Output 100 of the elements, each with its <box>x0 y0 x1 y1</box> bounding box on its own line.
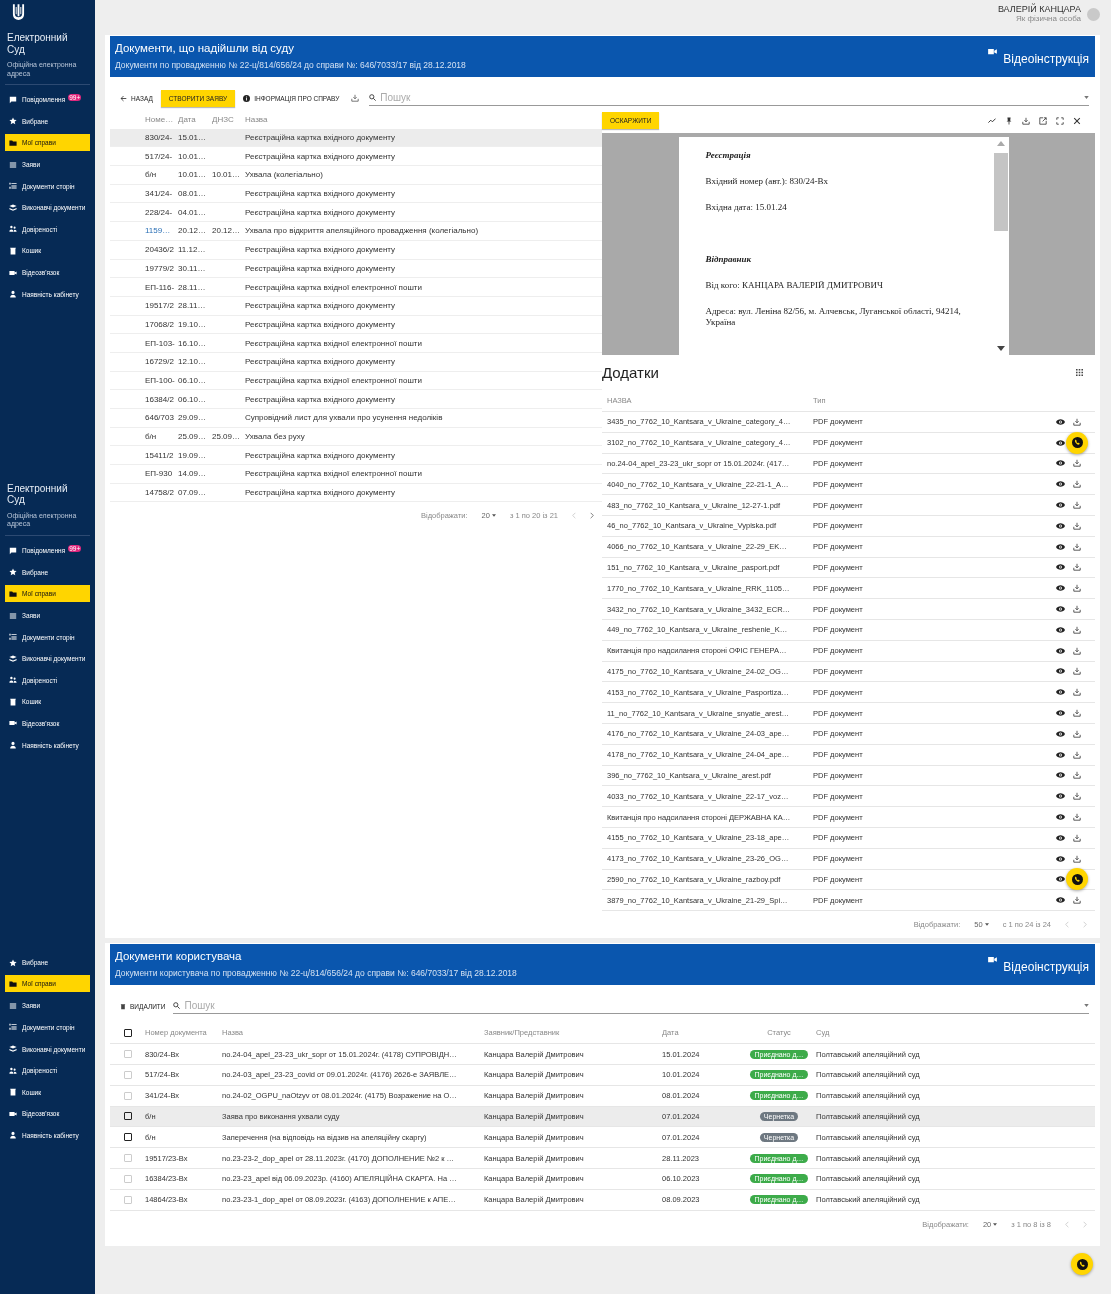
column-header[interactable]: Дата <box>178 114 212 124</box>
eye-icon[interactable] <box>1056 606 1065 613</box>
table-cell-text: 15.01… <box>178 133 208 143</box>
eye-icon[interactable] <box>1056 876 1065 883</box>
eye-icon[interactable] <box>1056 460 1065 467</box>
table-row[interactable]: 19517/2 28.11… Реєстраційна картка вхідного документу <box>110 296 602 316</box>
table-row[interactable]: ЕП-116- 28.11… Реєстраційна картка вхідної електронної пошти <box>110 278 602 297</box>
download-icon[interactable] <box>1073 417 1081 426</box>
eye-icon[interactable] <box>1056 502 1065 509</box>
download-icon[interactable] <box>1073 667 1081 676</box>
video-instruction-link[interactable]: Відеоінструкція <box>988 950 1089 979</box>
download-icon[interactable] <box>1073 896 1081 905</box>
download-icon[interactable] <box>1073 605 1081 614</box>
eye-icon[interactable] <box>1056 418 1065 425</box>
eye-icon[interactable] <box>1056 439 1065 446</box>
eye-icon[interactable] <box>1056 751 1065 758</box>
video-instruction-link[interactable]: Відеоінструкція <box>988 42 1089 70</box>
table-row[interactable]: 830/24- 15.01… Реєстраційна картка вхідного документу <box>110 128 602 148</box>
close-icon[interactable] <box>1073 116 1081 125</box>
fullscreen-icon[interactable] <box>1056 116 1064 125</box>
table-row[interactable]: ЕП-930 14.09… Реєстраційна картка вхідної електронної пошти <box>110 465 602 484</box>
download-icon[interactable] <box>1073 729 1081 738</box>
download-icon[interactable] <box>1073 563 1081 572</box>
table-row[interactable]: 17068/2 19.10… Реєстраційна картка вхідного документу <box>110 315 602 335</box>
download-icon[interactable] <box>1073 771 1081 780</box>
column-header[interactable]: ДНЗС <box>212 114 245 124</box>
eye-icon[interactable] <box>1056 668 1065 675</box>
eye-icon[interactable] <box>1056 710 1065 717</box>
download-icon[interactable] <box>1073 688 1081 697</box>
download-icon[interactable] <box>1073 709 1081 718</box>
eye-icon[interactable] <box>1056 793 1065 800</box>
grid-icon[interactable] <box>1076 369 1083 376</box>
column-header[interactable]: Номе… <box>145 114 178 124</box>
chart-line-icon[interactable] <box>988 116 996 125</box>
table-row[interactable]: 14758/2 07.09… Реєстраційна картка вхідного документу <box>110 483 602 503</box>
table-row[interactable]: 646/703 29.09… Супровідний лист для ухвали про усунення недоліків <box>110 409 602 428</box>
eye-icon[interactable] <box>1056 626 1065 633</box>
eye-icon[interactable] <box>1056 585 1065 592</box>
eye-icon[interactable] <box>1056 814 1065 821</box>
eye-icon[interactable] <box>1056 564 1065 571</box>
eye-icon[interactable] <box>1056 772 1065 779</box>
download-icon[interactable] <box>1073 813 1081 822</box>
select-all-checkbox[interactable] <box>124 1028 132 1037</box>
next-page-icon[interactable] <box>590 512 594 520</box>
download-icon[interactable] <box>1022 116 1030 125</box>
download-icon[interactable] <box>1073 459 1081 468</box>
table-row[interactable]: ЕП-100- 06.10… Реєстраційна картка вхідної електронної пошти <box>110 371 602 391</box>
eye-icon[interactable] <box>1056 543 1065 550</box>
search-field[interactable]: Пошук <box>380 92 1080 103</box>
eye-icon[interactable] <box>1056 481 1065 488</box>
download-icon[interactable] <box>1073 792 1081 801</box>
download-icon[interactable] <box>1073 521 1081 530</box>
download-icon[interactable] <box>1073 501 1081 510</box>
eye-icon[interactable] <box>1056 897 1065 904</box>
call-button[interactable] <box>1071 1253 1093 1275</box>
table-row[interactable]: 15411/2 19.09… Реєстраційна картка вхідного документу <box>110 446 602 466</box>
table-row[interactable]: 341/24- 08.01… Реєстраційна картка вхідного документу <box>110 184 602 204</box>
table-row[interactable]: 16729/2 12.10… Реєстраційна картка вхідного документу <box>110 352 602 372</box>
download-icon[interactable] <box>1073 750 1081 759</box>
scroll-up-arrow-icon[interactable] <box>996 141 1005 146</box>
table-cell-text: Реєстраційна картка вхідного документу <box>245 207 397 217</box>
download-icon[interactable] <box>1073 833 1081 842</box>
table-row[interactable]: б/н 10.01… 10.01… Ухвала (колегіально) <box>110 166 602 185</box>
download-icon[interactable] <box>1073 480 1081 489</box>
checkbox[interactable] <box>124 1133 132 1142</box>
download-icon[interactable] <box>1073 542 1081 551</box>
table-row[interactable]: 228/24- 04.01… Реєстраційна картка вхідного документу <box>110 203 602 223</box>
table-row[interactable]: ЕП-103- 16.10… Реєстраційна картка вхідної електронної пошти <box>110 334 602 353</box>
eye-icon[interactable] <box>1056 647 1065 654</box>
table-row[interactable]: 16384/2 06.10… Реєстраційна картка вхідного документу <box>110 390 602 409</box>
call-button[interactable] <box>1066 431 1088 454</box>
table-cell-text: Ухвала без руху <box>245 432 306 442</box>
call-button[interactable] <box>1066 868 1088 891</box>
scroll-down-arrow-icon[interactable] <box>996 346 1005 351</box>
download-icon[interactable] <box>1073 625 1081 634</box>
star-icon <box>9 117 17 126</box>
table-cell-text: ЕП-116- <box>145 282 176 292</box>
section-subtitle: Документи по провадженню № 22-ц/814/656/24 до справи №: 646/7033/17 від 28.12.2018 <box>115 60 466 70</box>
table-row[interactable]: б/н 25.09… 25.09… Ухвала без руху <box>110 427 602 447</box>
download-icon[interactable] <box>351 94 360 102</box>
column-header[interactable]: Назва <box>245 114 602 124</box>
table-cell-text: 12.10… <box>178 357 208 367</box>
table-row[interactable]: 517/24- 10.01… Реєстраційна картка вхідного документу <box>110 147 602 167</box>
eye-icon[interactable] <box>1056 522 1065 529</box>
checkbox[interactable] <box>124 1112 132 1121</box>
eye-icon[interactable] <box>1056 730 1065 737</box>
search-field[interactable]: Пошук <box>184 1000 1080 1012</box>
table-row[interactable]: 20436/2 11.12… Реєстраційна картка вхідного документу <box>110 240 602 260</box>
download-icon[interactable] <box>1073 646 1081 655</box>
table-row[interactable]: 19779/2 30.11… Реєстраційна картка вхідного документу <box>110 259 602 279</box>
download-icon[interactable] <box>1073 854 1081 863</box>
open-external-icon[interactable] <box>1039 116 1047 125</box>
download-icon[interactable] <box>1073 584 1081 593</box>
eye-icon[interactable] <box>1056 689 1065 696</box>
table-cell-text: 10.01… <box>178 170 208 180</box>
eye-icon[interactable] <box>1056 834 1065 841</box>
dropdown-caret-icon[interactable] <box>1084 96 1089 99</box>
dropdown-caret-icon[interactable] <box>1084 1004 1089 1008</box>
eye-icon[interactable] <box>1056 855 1065 862</box>
table-row[interactable]: 1159… 20.12… 20.12… Ухвала про відкриття апеляційного провадження (колегіально) <box>110 222 602 241</box>
